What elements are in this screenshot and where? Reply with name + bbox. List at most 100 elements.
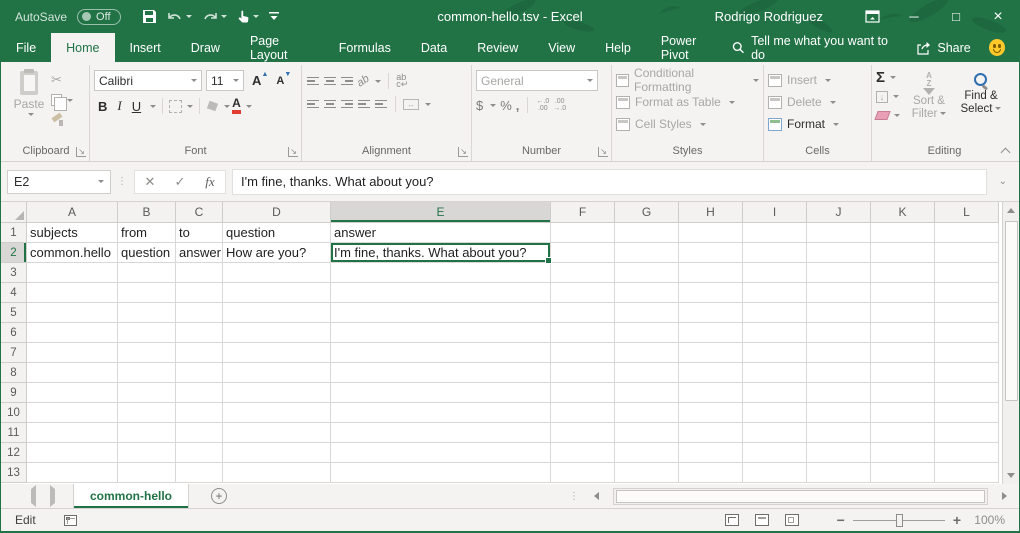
cell-L3[interactable] bbox=[935, 263, 999, 283]
row-header-1[interactable]: 1 bbox=[1, 223, 27, 243]
cell-I6[interactable] bbox=[743, 323, 807, 343]
cell-B2[interactable]: question bbox=[118, 243, 176, 263]
percent-style-icon[interactable]: % bbox=[500, 98, 512, 113]
scroll-up-icon[interactable] bbox=[1003, 202, 1020, 219]
qat-customize-icon[interactable] bbox=[266, 10, 282, 23]
bottom-align-icon[interactable] bbox=[340, 77, 354, 86]
cell-C9[interactable] bbox=[176, 383, 223, 403]
scroll-down-icon[interactable] bbox=[1003, 467, 1020, 484]
row-header-12[interactable]: 12 bbox=[1, 443, 27, 463]
collapse-ribbon-icon[interactable] bbox=[1001, 147, 1009, 155]
tabbar-drag-handle[interactable]: ⋮ bbox=[569, 491, 580, 502]
cell-D4[interactable] bbox=[223, 283, 331, 303]
insert-function-button[interactable]: fx bbox=[195, 174, 225, 190]
cell-E10[interactable] bbox=[331, 403, 551, 423]
cell-I5[interactable] bbox=[743, 303, 807, 323]
tab-file[interactable]: File bbox=[1, 33, 51, 62]
cell-I10[interactable] bbox=[743, 403, 807, 423]
accounting-dropdown-icon[interactable] bbox=[490, 104, 496, 107]
cell-E3[interactable] bbox=[331, 263, 551, 283]
cell-I13[interactable] bbox=[743, 463, 807, 483]
cell-C13[interactable] bbox=[176, 463, 223, 483]
column-header-G[interactable]: G bbox=[615, 202, 679, 223]
hscroll-right-icon[interactable] bbox=[996, 488, 1013, 505]
cell-F4[interactable] bbox=[551, 283, 615, 303]
cell-A13[interactable] bbox=[27, 463, 118, 483]
zoom-in-button[interactable]: + bbox=[953, 512, 961, 528]
cell-B5[interactable] bbox=[118, 303, 176, 323]
cell-C5[interactable] bbox=[176, 303, 223, 323]
cell-H1[interactable] bbox=[679, 223, 743, 243]
cell-A1[interactable]: subjects bbox=[27, 223, 118, 243]
cell-G9[interactable] bbox=[615, 383, 679, 403]
tell-me-box[interactable]: Tell me what you want to do bbox=[732, 34, 899, 62]
name-box[interactable]: E2 bbox=[7, 170, 111, 194]
cell-H11[interactable] bbox=[679, 423, 743, 443]
cell-E8[interactable] bbox=[331, 363, 551, 383]
cell-E11[interactable] bbox=[331, 423, 551, 443]
cell-C11[interactable] bbox=[176, 423, 223, 443]
autosave-toggle[interactable]: Off bbox=[77, 9, 120, 25]
row-header-7[interactable]: 7 bbox=[1, 343, 27, 363]
cell-A6[interactable] bbox=[27, 323, 118, 343]
fill-button[interactable]: ↓ bbox=[876, 89, 900, 104]
cell-G10[interactable] bbox=[615, 403, 679, 423]
cell-D1[interactable]: question bbox=[223, 223, 331, 243]
cell-J10[interactable] bbox=[807, 403, 871, 423]
row-header-11[interactable]: 11 bbox=[1, 423, 27, 443]
cut-button[interactable]: ✂ bbox=[51, 73, 73, 87]
column-header-L[interactable]: L bbox=[935, 202, 999, 223]
cell-A5[interactable] bbox=[27, 303, 118, 323]
ribbon-display-options-icon[interactable] bbox=[851, 0, 893, 33]
cell-A4[interactable] bbox=[27, 283, 118, 303]
cell-A8[interactable] bbox=[27, 363, 118, 383]
cell-E5[interactable] bbox=[331, 303, 551, 323]
paste-button[interactable]: Paste bbox=[7, 67, 51, 143]
font-dialog-launcher-icon[interactable]: ↘ bbox=[288, 147, 298, 157]
cell-L11[interactable] bbox=[935, 423, 999, 443]
cell-H7[interactable] bbox=[679, 343, 743, 363]
cell-D5[interactable] bbox=[223, 303, 331, 323]
cell-E13[interactable] bbox=[331, 463, 551, 483]
cell-I12[interactable] bbox=[743, 443, 807, 463]
cell-B1[interactable]: from bbox=[118, 223, 176, 243]
column-header-K[interactable]: K bbox=[871, 202, 935, 223]
cell-G7[interactable] bbox=[615, 343, 679, 363]
cell-D10[interactable] bbox=[223, 403, 331, 423]
cell-C3[interactable] bbox=[176, 263, 223, 283]
delete-cells-button[interactable]: Delete bbox=[768, 93, 839, 111]
cell-C7[interactable] bbox=[176, 343, 223, 363]
copy-button[interactable] bbox=[51, 93, 73, 107]
horizontal-scrollbar-thumb[interactable] bbox=[616, 490, 985, 503]
tab-insert[interactable]: Insert bbox=[115, 33, 176, 62]
cell-J13[interactable] bbox=[807, 463, 871, 483]
cell-F11[interactable] bbox=[551, 423, 615, 443]
cell-I8[interactable] bbox=[743, 363, 807, 383]
cell-K4[interactable] bbox=[871, 283, 935, 303]
redo-icon[interactable] bbox=[199, 8, 230, 25]
sort-filter-button[interactable]: AZ Sort & Filter bbox=[906, 70, 952, 143]
redo-dropdown-icon[interactable] bbox=[221, 15, 227, 18]
row-header-5[interactable]: 5 bbox=[1, 303, 27, 323]
cell-L2[interactable] bbox=[935, 243, 999, 263]
number-dialog-launcher-icon[interactable]: ↘ bbox=[598, 147, 608, 157]
vertical-scrollbar[interactable] bbox=[1002, 202, 1019, 484]
cell-K8[interactable] bbox=[871, 363, 935, 383]
find-select-button[interactable]: Find & Select bbox=[958, 70, 1004, 143]
cell-B4[interactable] bbox=[118, 283, 176, 303]
view-normal-icon[interactable] bbox=[725, 514, 739, 526]
cell-C6[interactable] bbox=[176, 323, 223, 343]
cell-E6[interactable] bbox=[331, 323, 551, 343]
cell-E1[interactable]: answer bbox=[331, 223, 551, 243]
borders-dropdown-icon[interactable] bbox=[187, 105, 193, 108]
cell-L13[interactable] bbox=[935, 463, 999, 483]
view-page-break-icon[interactable] bbox=[785, 514, 799, 526]
borders-icon[interactable] bbox=[169, 100, 182, 113]
underline-dropdown-icon[interactable] bbox=[150, 105, 156, 108]
cell-J8[interactable] bbox=[807, 363, 871, 383]
cell-G2[interactable] bbox=[615, 243, 679, 263]
cell-H10[interactable] bbox=[679, 403, 743, 423]
cell-A7[interactable] bbox=[27, 343, 118, 363]
format-as-table-button[interactable]: Format as Table bbox=[616, 93, 759, 111]
cell-F3[interactable] bbox=[551, 263, 615, 283]
